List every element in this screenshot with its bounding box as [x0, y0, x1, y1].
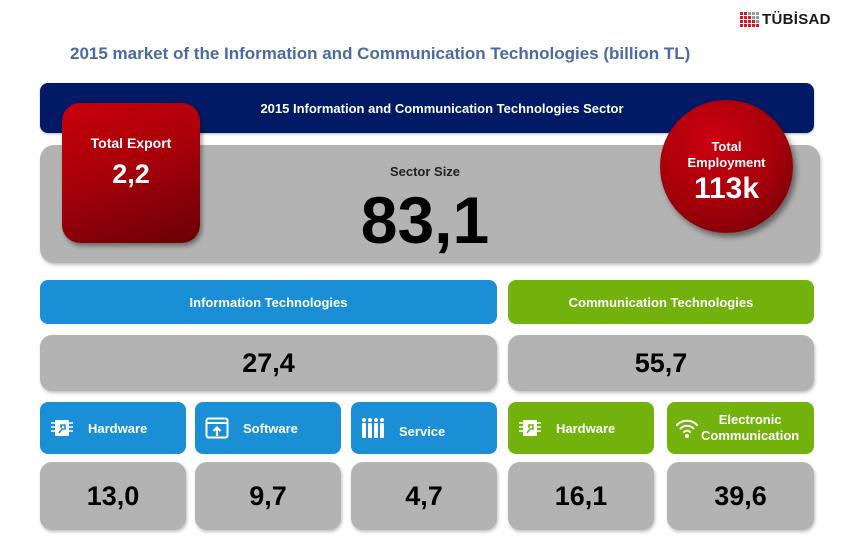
total-export-label: Total Export	[90, 135, 172, 151]
it-software-value: 9,7	[195, 462, 341, 530]
ct-total-value: 55,7	[508, 335, 814, 391]
ct-hardware-value: 16,1	[508, 462, 654, 530]
it-total-value: 27,4	[40, 335, 497, 391]
ct-ec-label-line2: Communication	[701, 428, 800, 443]
people-icon	[361, 416, 385, 440]
wifi-icon	[675, 416, 699, 440]
it-header: Information Technologies	[40, 280, 497, 324]
software-upload-icon	[205, 416, 229, 440]
chip-icon	[50, 416, 74, 440]
total-export-card: Total Export 2,2	[62, 103, 200, 243]
total-employment-label: Total Employment	[660, 139, 793, 171]
it-service-tile: Service	[351, 402, 497, 454]
ct-electronic-communication-value: 39,6	[667, 462, 814, 530]
ct-ec-label-line1: Electronic	[718, 412, 782, 427]
it-service-value: 4,7	[351, 462, 497, 530]
total-employment-circle: Total Employment 113k	[660, 100, 793, 233]
ct-hardware-tile: Hardware	[508, 402, 654, 454]
ct-header: Communication Technologies	[508, 280, 814, 324]
it-hardware-tile: Hardware	[40, 402, 186, 454]
it-software-tile: Software	[195, 402, 341, 454]
logo-text: TÜBİSAD	[762, 10, 831, 28]
ct-electronic-communication-label: Electronic Communication	[701, 412, 799, 444]
it-hardware-value: 13,0	[40, 462, 186, 530]
it-service-label: Service	[399, 423, 446, 439]
employment-label-line2: Employment	[687, 155, 766, 170]
it-hardware-label: Hardware	[88, 420, 148, 436]
ct-hardware-label: Hardware	[556, 420, 616, 436]
tubisad-logo: TÜBİSAD	[740, 10, 831, 28]
ct-electronic-communication-tile: Electronic Communication	[667, 402, 814, 454]
it-software-label: Software	[243, 420, 298, 436]
employment-label-line1: Total	[711, 139, 742, 154]
total-employment-value: 113k	[693, 172, 760, 205]
page-title: 2015 market of the Information and Commu…	[70, 44, 691, 63]
logo-mark-icon	[740, 11, 759, 27]
total-export-value: 2,2	[112, 159, 150, 189]
chip-icon	[518, 416, 542, 440]
